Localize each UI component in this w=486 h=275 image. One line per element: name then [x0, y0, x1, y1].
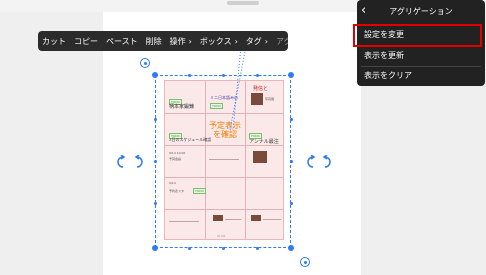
menu-item-box-label: ボックス [199, 36, 232, 46]
resize-handle-mini[interactable] [256, 74, 259, 77]
resize-handle-mini[interactable] [290, 202, 293, 205]
anchor-handle-bottom[interactable] [300, 257, 310, 267]
resize-handle-bottom-left[interactable] [152, 245, 158, 251]
rotate-right-icon[interactable] [132, 155, 146, 169]
resize-handle-bottom[interactable] [222, 247, 225, 250]
menu-item-operation-label: 操作 [169, 36, 186, 46]
resize-handle-mini[interactable] [188, 247, 191, 250]
popover-item-clear-display[interactable]: 表示をクリア [357, 66, 485, 86]
resize-handle-bottom-right[interactable] [288, 245, 294, 251]
chevron-right-icon: › [188, 36, 192, 46]
popover-item-refresh-display[interactable]: 表示を更新 [357, 46, 485, 66]
rotate-left-icon[interactable] [304, 155, 318, 169]
resize-handle-mini[interactable] [154, 118, 157, 121]
drag-grabber[interactable] [227, 1, 259, 5]
menu-item-delete[interactable]: 削除 [142, 31, 166, 51]
menu-item-cut[interactable]: カット [38, 31, 70, 51]
resize-handle-top-right[interactable] [288, 72, 294, 78]
menu-item-paste[interactable]: ペースト [102, 31, 142, 51]
rotate-left-icon[interactable] [114, 155, 128, 169]
selection-box[interactable] [155, 75, 291, 248]
menu-item-box[interactable]: ボックス › [196, 31, 242, 51]
popover-header: ‹ アグリゲーション [357, 0, 485, 24]
popover-title: アグリゲーション [389, 7, 453, 16]
resize-handle-top-left[interactable] [152, 72, 158, 78]
menu-item-operation[interactable]: 操作 › [166, 31, 196, 51]
resize-handle-mini[interactable] [290, 118, 293, 121]
rotate-right-icon[interactable] [320, 155, 334, 169]
menu-item-aggregation[interactable]: アグリゲーション [272, 31, 288, 51]
anchor-handle-top[interactable] [140, 58, 150, 68]
chevron-right-icon: › [264, 36, 268, 46]
resize-handle-mini[interactable] [188, 74, 191, 77]
context-menu: カット コピー ペースト 削除 操作 › ボックス › タグ › アグリゲーショ… [38, 31, 288, 51]
highlight-box [353, 24, 482, 47]
resize-handle-mini[interactable] [256, 247, 259, 250]
menu-item-copy[interactable]: コピー [70, 31, 102, 51]
resize-handle-left[interactable] [154, 160, 157, 163]
resize-handle-top[interactable] [222, 74, 225, 77]
chevron-right-icon: › [234, 36, 238, 46]
resize-handle-right[interactable] [290, 160, 293, 163]
resize-handle-mini[interactable] [154, 202, 157, 205]
menu-item-tag[interactable]: タグ › [242, 31, 272, 51]
menu-item-tag-label: タグ [245, 36, 262, 46]
